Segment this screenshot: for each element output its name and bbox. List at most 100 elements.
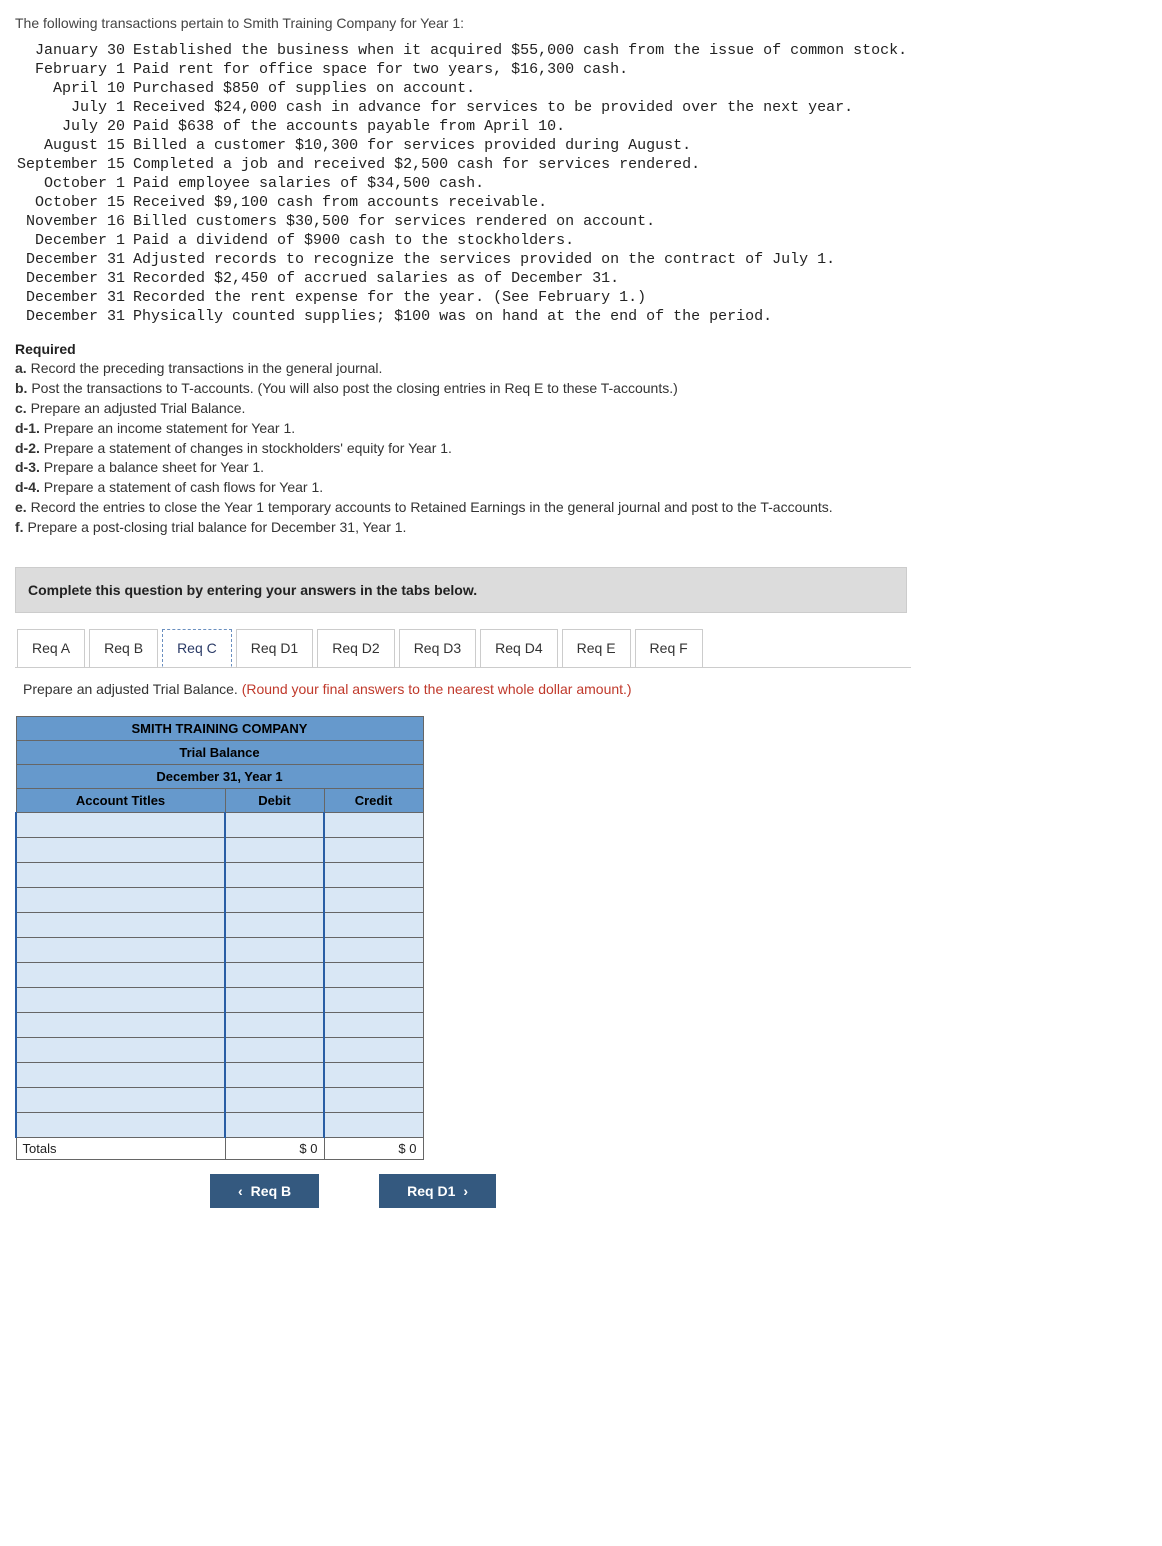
tb-account-input[interactable] <box>16 1112 225 1137</box>
tb-col-debit: Debit <box>225 788 324 812</box>
required-item: c. Prepare an adjusted Trial Balance. <box>15 399 1147 418</box>
transaction-date: February 1 <box>15 60 131 79</box>
required-item: d-1. Prepare an income statement for Yea… <box>15 419 1147 438</box>
tb-account-input[interactable] <box>16 937 225 962</box>
tb-account-input[interactable] <box>16 862 225 887</box>
transaction-desc: Adjusted records to recognize the servic… <box>131 250 909 269</box>
transaction-desc: Billed customers $30,500 for services re… <box>131 212 909 231</box>
tab-instruction: Prepare an adjusted Trial Balance. (Roun… <box>15 668 909 712</box>
transactions-list: January 30Established the business when … <box>15 41 909 326</box>
next-label: Req D1 <box>407 1183 455 1199</box>
tb-account-input[interactable] <box>16 887 225 912</box>
transaction-desc: Paid a dividend of $900 cash to the stoc… <box>131 231 909 250</box>
tb-debit-input[interactable] <box>225 1012 324 1037</box>
tb-credit-input[interactable] <box>324 912 423 937</box>
required-item: d-4. Prepare a statement of cash flows f… <box>15 478 1147 497</box>
transaction-date: October 1 <box>15 174 131 193</box>
tb-totals-label: Totals <box>16 1137 225 1159</box>
transaction-desc: Physically counted supplies; $100 was on… <box>131 307 909 326</box>
tab-req-d2[interactable]: Req D2 <box>317 629 394 667</box>
tb-debit-input[interactable] <box>225 837 324 862</box>
required-item: b. Post the transactions to T-accounts. … <box>15 379 1147 398</box>
tab-req-e[interactable]: Req E <box>562 629 631 667</box>
tb-credit-input[interactable] <box>324 837 423 862</box>
required-section: Required a. Record the preceding transac… <box>15 341 1147 537</box>
tb-debit-input[interactable] <box>225 912 324 937</box>
tb-debit-input[interactable] <box>225 1062 324 1087</box>
tb-debit-input[interactable] <box>225 862 324 887</box>
tb-debit-input[interactable] <box>225 962 324 987</box>
required-item: d-2. Prepare a statement of changes in s… <box>15 439 1147 458</box>
tb-credit-input[interactable] <box>324 1037 423 1062</box>
tb-account-input[interactable] <box>16 1012 225 1037</box>
next-button[interactable]: Req D1 › <box>379 1174 496 1208</box>
transaction-desc: Established the business when it acquire… <box>131 41 909 60</box>
tb-credit-input[interactable] <box>324 1112 423 1137</box>
tb-date: December 31, Year 1 <box>16 764 423 788</box>
transaction-desc: Purchased $850 of supplies on account. <box>131 79 909 98</box>
transaction-desc: Paid employee salaries of $34,500 cash. <box>131 174 909 193</box>
transaction-date: December 31 <box>15 250 131 269</box>
prev-button[interactable]: ‹ Req B <box>210 1174 319 1208</box>
tb-account-input[interactable] <box>16 837 225 862</box>
transaction-date: September 15 <box>15 155 131 174</box>
tb-account-input[interactable] <box>16 912 225 937</box>
tb-account-input[interactable] <box>16 812 225 837</box>
tab-req-d1[interactable]: Req D1 <box>236 629 313 667</box>
tb-credit-input[interactable] <box>324 1062 423 1087</box>
tb-account-input[interactable] <box>16 987 225 1012</box>
tab-instruction-main: Prepare an adjusted Trial Balance. <box>23 681 242 697</box>
tab-req-c[interactable]: Req C <box>162 629 232 667</box>
tab-req-a[interactable]: Req A <box>17 629 85 667</box>
transaction-date: December 31 <box>15 307 131 326</box>
tb-credit-input[interactable] <box>324 937 423 962</box>
instruction-banner: Complete this question by entering your … <box>15 567 907 613</box>
tb-account-input[interactable] <box>16 1062 225 1087</box>
tab-req-d3[interactable]: Req D3 <box>399 629 476 667</box>
tb-company: SMITH TRAINING COMPANY <box>16 716 423 740</box>
tb-title: Trial Balance <box>16 740 423 764</box>
transaction-date: December 1 <box>15 231 131 250</box>
tb-debit-input[interactable] <box>225 1037 324 1062</box>
chevron-right-icon: › <box>463 1183 468 1199</box>
tb-debit-input[interactable] <box>225 887 324 912</box>
tb-credit-input[interactable] <box>324 1087 423 1112</box>
tb-account-input[interactable] <box>16 1087 225 1112</box>
transaction-desc: Recorded $2,450 of accrued salaries as o… <box>131 269 909 288</box>
tb-credit-total: $ 0 <box>324 1137 423 1159</box>
tab-req-d4[interactable]: Req D4 <box>480 629 557 667</box>
transaction-date: April 10 <box>15 79 131 98</box>
tab-req-f[interactable]: Req F <box>635 629 703 667</box>
tb-debit-input[interactable] <box>225 937 324 962</box>
required-heading: Required <box>15 341 1147 357</box>
transaction-date: August 15 <box>15 136 131 155</box>
tb-credit-input[interactable] <box>324 862 423 887</box>
tb-debit-total: $ 0 <box>225 1137 324 1159</box>
tb-debit-input[interactable] <box>225 1112 324 1137</box>
prev-label: Req B <box>251 1183 291 1199</box>
nav-buttons: ‹ Req B Req D1 › <box>210 1174 1147 1208</box>
tb-credit-input[interactable] <box>324 1012 423 1037</box>
transaction-date: July 20 <box>15 117 131 136</box>
tb-debit-input[interactable] <box>225 812 324 837</box>
tb-debit-input[interactable] <box>225 1087 324 1112</box>
tb-account-input[interactable] <box>16 962 225 987</box>
intro-text: The following transactions pertain to Sm… <box>15 15 1147 31</box>
tb-credit-input[interactable] <box>324 962 423 987</box>
chevron-left-icon: ‹ <box>238 1183 243 1199</box>
trial-balance-table: SMITH TRAINING COMPANY Trial Balance Dec… <box>15 716 424 1160</box>
transaction-date: October 15 <box>15 193 131 212</box>
tb-col-credit: Credit <box>324 788 423 812</box>
transaction-desc: Paid $638 of the accounts payable from A… <box>131 117 909 136</box>
transaction-desc: Billed a customer $10,300 for services p… <box>131 136 909 155</box>
required-item: f. Prepare a post-closing trial balance … <box>15 518 1147 537</box>
tb-debit-input[interactable] <box>225 987 324 1012</box>
tb-credit-input[interactable] <box>324 812 423 837</box>
tab-req-b[interactable]: Req B <box>89 629 158 667</box>
tabs-row: Req AReq BReq CReq D1Req D2Req D3Req D4R… <box>15 629 911 668</box>
tb-credit-input[interactable] <box>324 887 423 912</box>
tb-credit-input[interactable] <box>324 987 423 1012</box>
tb-account-input[interactable] <box>16 1037 225 1062</box>
transaction-desc: Completed a job and received $2,500 cash… <box>131 155 909 174</box>
required-item: a. Record the preceding transactions in … <box>15 359 1147 378</box>
